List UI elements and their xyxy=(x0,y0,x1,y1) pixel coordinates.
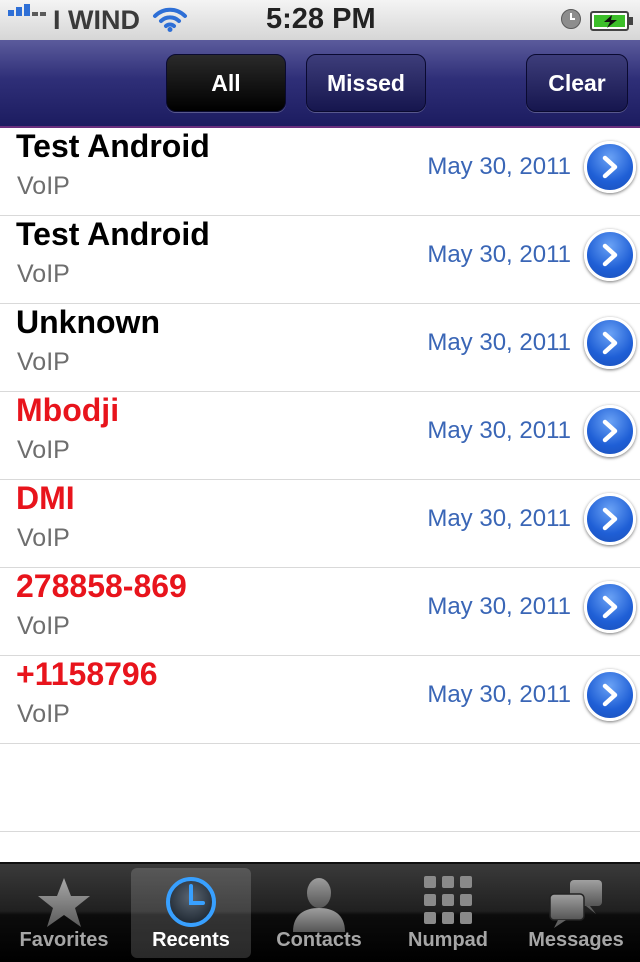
detail-disclosure-icon[interactable] xyxy=(584,317,636,369)
call-type: VoIP xyxy=(17,172,70,200)
caller-name: Mbodji xyxy=(16,392,120,428)
call-type: VoIP xyxy=(17,612,70,640)
tab-numpad[interactable]: Numpad xyxy=(388,868,508,958)
call-row[interactable]: 278858-869 VoIP May 30, 2011 xyxy=(0,568,640,656)
detail-disclosure-icon[interactable] xyxy=(584,141,636,193)
caller-name: Unknown xyxy=(16,304,160,340)
call-type: VoIP xyxy=(17,524,70,552)
tab-recents[interactable]: Recents xyxy=(131,868,251,958)
call-date: May 30, 2011 xyxy=(427,241,571,268)
segment-all-button[interactable]: All xyxy=(166,54,286,112)
carrier-name: I WIND xyxy=(53,5,140,35)
detail-disclosure-icon[interactable] xyxy=(584,229,636,281)
call-type: VoIP xyxy=(17,436,70,464)
detail-disclosure-icon[interactable] xyxy=(584,493,636,545)
call-row[interactable]: DMI VoIP May 30, 2011 xyxy=(0,480,640,568)
tab-recents-label: Recents xyxy=(152,929,230,951)
battery-charging-icon xyxy=(590,10,634,37)
call-date: May 30, 2011 xyxy=(427,505,571,532)
call-date: May 30, 2011 xyxy=(427,329,571,356)
caller-name: +1158796 xyxy=(16,656,158,692)
call-type: VoIP xyxy=(17,260,70,288)
empty-row xyxy=(0,744,640,832)
clear-button[interactable]: Clear xyxy=(526,54,628,112)
call-row[interactable]: +1158796 VoIP May 30, 2011 xyxy=(0,656,640,744)
caller-name: DMI xyxy=(16,480,75,516)
detail-disclosure-icon[interactable] xyxy=(584,405,636,457)
navigation-bar: All Missed Clear xyxy=(0,40,640,128)
caller-name: Test Android xyxy=(16,216,210,252)
caller-name: Test Android xyxy=(16,128,210,164)
tab-favorites-label: Favorites xyxy=(19,929,109,951)
detail-disclosure-icon[interactable] xyxy=(584,669,636,721)
tab-messages-label: Messages xyxy=(528,929,624,951)
star-icon xyxy=(34,874,94,937)
chat-bubbles-icon xyxy=(546,874,606,937)
call-row[interactable]: Unknown VoIP May 30, 2011 xyxy=(0,304,640,392)
call-type: VoIP xyxy=(17,348,70,376)
call-row[interactable]: Mbodji VoIP May 30, 2011 xyxy=(0,392,640,480)
alarm-clock-icon xyxy=(560,8,582,35)
clock-icon xyxy=(163,874,219,935)
wifi-icon xyxy=(152,6,188,37)
call-date: May 30, 2011 xyxy=(427,593,571,620)
tab-contacts[interactable]: Contacts xyxy=(259,868,379,958)
call-row[interactable]: Test Android VoIP May 30, 2011 xyxy=(0,216,640,304)
tab-bar: Favorites Recents Contacts Numpad Messag… xyxy=(0,862,640,962)
segment-missed-button[interactable]: Missed xyxy=(306,54,426,112)
tab-favorites[interactable]: Favorites xyxy=(4,868,124,958)
caller-name: 278858-869 xyxy=(16,568,187,604)
call-date: May 30, 2011 xyxy=(427,153,571,180)
status-bar: I WIND 5:28 PM xyxy=(0,0,640,41)
detail-disclosure-icon[interactable] xyxy=(584,581,636,633)
call-date: May 30, 2011 xyxy=(427,417,571,444)
tab-messages[interactable]: Messages xyxy=(516,868,636,958)
clock-time: 5:28 PM xyxy=(266,3,376,35)
tab-contacts-label: Contacts xyxy=(276,929,362,951)
call-type: VoIP xyxy=(17,700,70,728)
call-row[interactable]: Test Android VoIP May 30, 2011 xyxy=(0,128,640,216)
tab-numpad-label: Numpad xyxy=(408,929,488,951)
recent-calls-list: Test Android VoIP May 30, 2011 Test Andr… xyxy=(0,128,640,832)
call-date: May 30, 2011 xyxy=(427,681,571,708)
